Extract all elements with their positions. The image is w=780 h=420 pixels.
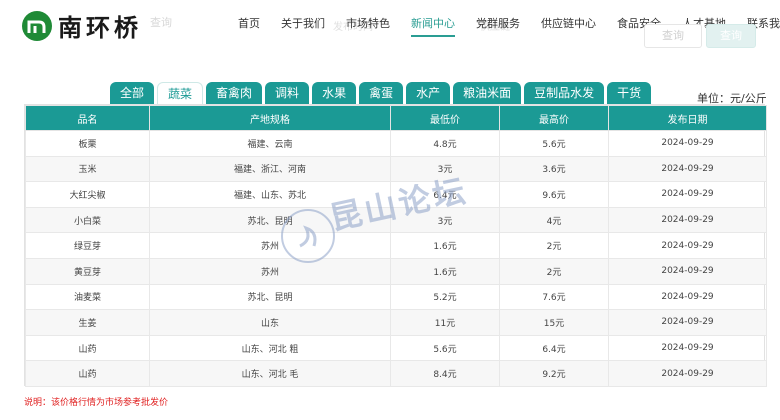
tab-grain-oil[interactable]: 粮油米面 [453,82,522,104]
table-row: 大红尖椒 福建、山东、苏北 6.4元 9.6元 2024-09-29 [25,181,767,208]
price-note: 说明：该价格行情为市场参考批发价 [24,398,169,408]
cell-max-price: 5.6元 [499,130,609,157]
cell-date: 2024-09-29 [608,155,767,183]
cell-date: 2024-09-29 [608,232,767,259]
tab-all[interactable]: 全部 [110,82,155,104]
nav-item-home[interactable]: 首页 [238,15,260,37]
table-row: 油麦菜 苏北、昆明 5.2元 7.6元 2024-09-29 [25,283,767,311]
table-row: 玉米 福建、浙江、河南 3元 3.6元 2024-09-29 [25,155,767,183]
table-row: 黄豆芽 苏州 1.6元 2元 2024-09-29 [25,257,767,285]
tab-soy-products[interactable]: 豆制品水发 [524,82,605,104]
cell-max-price: 7.6元 [499,283,609,311]
cell-origin: 福建、山东、苏北 [149,181,391,208]
cell-max-price: 2元 [499,232,609,259]
cell-min-price: 5.2元 [390,283,500,311]
cell-date: 2024-09-29 [608,334,767,362]
nav-item-supply-chain[interactable]: 供应链中心 [541,15,596,37]
table-row: 板栗 福建、云南 4.8元 5.6元 2024-09-29 [25,130,767,157]
site-header: 南环桥 查询 发布时间 供应链 首页 关于我们 市场特色 新闻中心 党群服务 供… [0,0,780,48]
cell-min-price: 3元 [390,206,500,234]
cell-name: 油麦菜 [25,283,150,311]
table-row: 绿豆芽 苏州 1.6元 2元 2024-09-29 [25,232,767,259]
cell-origin: 苏北、昆明 [149,206,391,234]
cell-name: 玉米 [25,155,150,183]
cell-max-price: 9.2元 [499,360,609,387]
cell-min-price: 1.6元 [390,232,500,259]
price-table: 品名 产地规格 最低价 最高价 发布日期 板栗 福建、云南 4.8元 5.6元 … [24,104,767,387]
tab-vegetables[interactable]: 蔬菜 [157,82,204,104]
cell-min-price: 4.8元 [390,130,500,157]
nav-item-party[interactable]: 党群服务 [476,15,520,37]
cell-date: 2024-09-29 [608,206,767,234]
cell-origin: 山东、河北 粗 [149,334,391,362]
table-row: 小白菜 苏北、昆明 3元 4元 2024-09-29 [25,206,767,234]
cell-max-price: 2元 [499,257,609,285]
cell-max-price: 4元 [499,206,609,234]
cell-origin: 苏北、昆明 [149,283,391,311]
table-row: 山药 山东、河北 毛 8.4元 9.2元 2024-09-29 [25,360,767,387]
ghost-search-text: 查询 [150,16,172,29]
cell-name: 山药 [25,360,150,387]
ghost-query-button[interactable]: 查询 [644,24,702,48]
cell-date: 2024-09-29 [608,283,767,311]
site-logo[interactable]: 南环桥 [22,8,142,43]
cell-origin: 苏州 [149,232,391,259]
header-name: 品名 [25,105,150,131]
tab-fruit[interactable]: 水果 [312,82,357,104]
table-header-row: 品名 产地规格 最低价 最高价 发布日期 [25,105,767,131]
tab-seasoning[interactable]: 调料 [265,82,310,104]
header-origin: 产地规格 [149,105,391,131]
header-min-price: 最低价 [390,105,500,131]
cell-max-price: 3.6元 [499,155,609,183]
cell-name: 绿豆芽 [25,232,150,259]
cell-name: 生姜 [25,309,150,336]
tab-dry-goods[interactable]: 干货 [607,82,652,104]
category-tabs: 全部 蔬菜 畜禽肉 调料 水果 禽蛋 水产 粮油米面 豆制品水发 干货 [110,82,654,104]
cell-min-price: 6.4元 [390,181,500,208]
cell-max-price: 15元 [499,309,609,336]
cell-max-price: 6.4元 [499,334,609,362]
nav-item-market[interactable]: 市场特色 [346,15,390,37]
cell-date: 2024-09-29 [608,130,767,157]
cell-min-price: 8.4元 [390,360,500,387]
table-row: 山药 山东、河北 粗 5.6元 6.4元 2024-09-29 [25,334,767,362]
cell-date: 2024-09-29 [608,360,767,387]
cell-name: 大红尖椒 [25,181,150,208]
tab-seafood[interactable]: 水产 [406,82,451,104]
cell-name: 山药 [25,334,150,362]
cell-origin: 山东、河北 毛 [149,360,391,387]
cell-max-price: 9.6元 [499,181,609,208]
cell-min-price: 5.6元 [390,334,500,362]
cell-origin: 山东 [149,309,391,336]
header-date: 发布日期 [608,105,767,131]
table-row: 生姜 山东 11元 15元 2024-09-29 [25,309,767,336]
nav-item-news[interactable]: 新闻中心 [411,15,455,37]
ghost-query-button-filled[interactable]: 查询 [706,24,756,48]
tab-eggs[interactable]: 禽蛋 [359,82,404,104]
cell-date: 2024-09-29 [608,309,767,336]
header-max-price: 最高价 [499,105,609,131]
cell-name: 黄豆芽 [25,257,150,285]
cell-min-price: 11元 [390,309,500,336]
cell-date: 2024-09-29 [608,181,767,208]
cell-min-price: 1.6元 [390,257,500,285]
cell-origin: 福建、云南 [149,130,391,157]
logo-icon [22,10,52,41]
cell-name: 小白菜 [25,206,150,234]
logo-text: 南环桥 [58,13,142,42]
tab-meat[interactable]: 畜禽肉 [206,82,263,104]
cell-date: 2024-09-29 [608,257,767,285]
cell-min-price: 3元 [390,155,500,183]
cell-name: 板栗 [25,130,150,157]
cell-origin: 福建、浙江、河南 [149,155,391,183]
nav-item-about[interactable]: 关于我们 [281,15,325,37]
cell-origin: 苏州 [149,257,391,285]
